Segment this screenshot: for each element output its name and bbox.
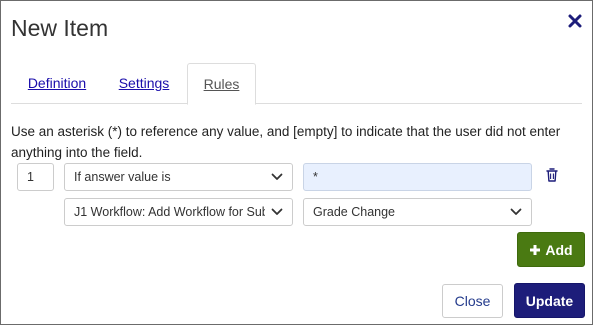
chevron-down-icon: [271, 173, 283, 180]
item-select[interactable]: Grade Change: [303, 198, 532, 226]
tab-bar: Definition Settings Rules: [11, 63, 582, 105]
tab-rules[interactable]: Rules: [187, 63, 256, 105]
answer-value-input[interactable]: *: [303, 163, 532, 191]
add-rule-button[interactable]: Add: [517, 232, 585, 267]
update-button[interactable]: Update: [514, 283, 585, 318]
close-icon[interactable]: [567, 13, 583, 29]
rule-order-input[interactable]: 1: [17, 163, 54, 191]
chevron-down-icon: [510, 208, 522, 215]
answer-value-text: *: [313, 170, 318, 184]
chevron-down-icon: [271, 208, 283, 215]
new-item-dialog: New Item Definition Settings Rules Use a…: [0, 0, 593, 325]
trash-icon[interactable]: [546, 168, 558, 182]
tab-definition[interactable]: Definition: [27, 63, 87, 104]
add-button-label: Add: [545, 241, 573, 258]
item-select-value: Grade Change: [313, 205, 396, 219]
condition-select[interactable]: If answer value is: [64, 163, 293, 191]
plus-icon: [530, 244, 541, 255]
rule-order-value: 1: [27, 170, 34, 184]
rules-instructions: Use an asterisk (*) to reference any val…: [11, 124, 561, 160]
workflow-select-value: J1 Workflow: Add Workflow for Sub: [74, 205, 265, 219]
condition-select-value: If answer value is: [74, 170, 171, 184]
dialog-title: New Item: [11, 15, 109, 41]
tab-settings[interactable]: Settings: [117, 63, 171, 104]
close-button[interactable]: Close: [442, 284, 503, 318]
workflow-select[interactable]: J1 Workflow: Add Workflow for Sub: [64, 198, 293, 226]
